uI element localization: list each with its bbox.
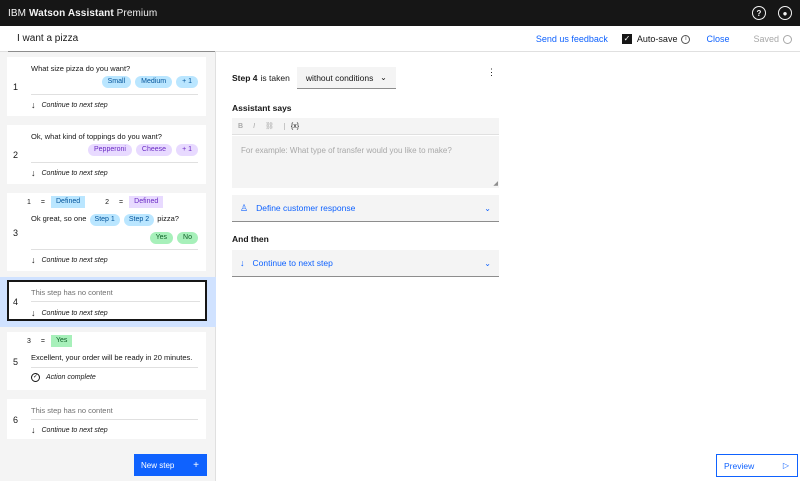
new-step-button[interactable]: New step +: [134, 454, 207, 476]
chevron-down-icon: ⌄: [380, 73, 387, 82]
insert-variable-icon[interactable]: {x}: [283, 122, 299, 130]
condition-value: Yes: [51, 335, 73, 347]
action-header: I want a pizza Send us feedback ✓ Auto-s…: [0, 26, 800, 52]
condition-value: Defined: [129, 196, 164, 208]
plus-icon: +: [193, 459, 199, 471]
step-card-6[interactable]: 6 This step has no content ↓ Continue to…: [7, 399, 206, 439]
assistant-response-textarea[interactable]: For example: What type of transfer would…: [232, 136, 499, 188]
link-icon[interactable]: ⛓: [265, 122, 274, 130]
response-option: Cheese: [135, 144, 173, 156]
arrow-down-icon: ↓: [31, 255, 36, 265]
assistant-says-heading: Assistant says: [232, 103, 292, 113]
step-empty-text: This step has no content: [31, 288, 113, 297]
step-conditions: 3 = Yes: [27, 335, 73, 347]
step-number: 1: [12, 82, 18, 92]
response-option: Yes: [149, 232, 174, 244]
step-number: 2: [12, 150, 18, 160]
step-text: What size pizza do you want?: [31, 64, 131, 73]
step-next-action: ↓ Continue to next step: [31, 425, 108, 435]
arrow-down-icon: ↓: [31, 168, 36, 178]
and-then-heading: And then: [232, 234, 269, 244]
response-option: No: [177, 232, 198, 244]
autosave-checkbox[interactable]: ✓: [621, 34, 632, 44]
response-option-more[interactable]: + 1: [176, 76, 198, 88]
step-number: 6: [12, 415, 18, 425]
chevron-down-icon: ⌄: [484, 258, 491, 268]
checkmark-circle-icon: ✓: [31, 373, 40, 382]
step-card-2[interactable]: 2 Ok, what kind of toppings do you want?…: [7, 125, 206, 184]
step-number: 4: [12, 297, 18, 307]
action-name-input[interactable]: I want a pizza: [8, 32, 215, 52]
condition-value: Defined: [51, 196, 86, 208]
response-option: Small: [101, 76, 132, 88]
help-icon[interactable]: ?: [752, 6, 766, 20]
step-card-3[interactable]: 1 = Defined 2 = Defined 3 Ok great, so o…: [7, 193, 206, 271]
response-option: Medium: [135, 76, 173, 88]
condition-dropdown[interactable]: without conditions ⌄: [296, 67, 396, 89]
italic-icon[interactable]: I: [253, 123, 255, 130]
response-option-more[interactable]: + 1: [176, 144, 198, 156]
arrow-down-icon: ↓: [31, 100, 36, 110]
step-card-4[interactable]: 4 This step has no content ↓ Continue to…: [0, 277, 216, 327]
feedback-link[interactable]: Send us feedback: [536, 34, 608, 44]
step-next-action: ↓ Continue to next step: [31, 168, 108, 178]
step-next-action: ↓ Continue to next step: [31, 255, 108, 265]
step-card-5[interactable]: 3 = Yes 5 Excellent, your order will be …: [7, 332, 206, 390]
step-number: 5: [12, 357, 18, 367]
autosave-label: Auto-save: [636, 34, 678, 44]
step-empty-text: This step has no content: [31, 406, 113, 415]
step-conditions: 1 = Defined 2 = Defined: [27, 196, 164, 208]
saved-icon: [783, 34, 792, 44]
chevron-down-icon: ⌄: [484, 203, 491, 213]
step-next-action: ↓ Continue to next step: [31, 308, 108, 318]
arrow-down-icon: ↓: [31, 308, 36, 318]
define-customer-response-accordion[interactable]: ♙ Define customer response ⌄: [232, 195, 499, 222]
editor-toolbar: B I ⛓ {x}: [232, 118, 499, 135]
step-text: Ok, what kind of toppings do you want?: [31, 132, 162, 141]
close-button[interactable]: Close: [706, 34, 729, 44]
preview-button[interactable]: Preview ▷: [716, 454, 798, 477]
arrow-down-icon: ↓: [31, 425, 36, 435]
arrow-down-icon: ↓: [240, 258, 245, 268]
variable-tag: Step 2: [123, 214, 155, 226]
overflow-menu-icon[interactable]: ⋮: [487, 68, 496, 77]
user-avatar-icon[interactable]: ●: [778, 6, 792, 20]
saved-status: Saved: [753, 34, 779, 44]
step-card-1[interactable]: 1 What size pizza do you want? Small Med…: [7, 57, 206, 116]
step-next-action: ✓ Action complete: [31, 373, 96, 382]
bold-icon[interactable]: B: [238, 123, 243, 130]
variable-tag: Step 1: [89, 214, 120, 226]
step-text: Excellent, your order will be ready in 2…: [31, 353, 193, 362]
step-list-panel: 1 What size pizza do you want? Small Med…: [0, 52, 216, 481]
resize-handle-icon[interactable]: ◢: [493, 180, 498, 187]
step-editor-panel: Step 4 is taken without conditions ⌄ ⋮ A…: [217, 52, 800, 481]
step-text: Ok great, so one Step 1 Step 2 pizza?: [31, 214, 198, 226]
next-action-accordion[interactable]: ↓ Continue to next step ⌄: [232, 250, 499, 277]
response-option: Pepperoni: [88, 144, 132, 156]
user-icon: ♙: [240, 202, 249, 213]
info-icon[interactable]: i: [681, 34, 691, 44]
top-bar: IBM Watson Assistant Premium ? ●: [0, 0, 800, 26]
play-icon: ▷: [782, 461, 789, 470]
step-number: 3: [12, 228, 18, 238]
product-name: IBM Watson Assistant Premium: [8, 7, 158, 19]
step-next-action: ↓ Continue to next step: [31, 100, 108, 110]
step-condition-row: Step 4 is taken without conditions ⌄: [232, 67, 396, 89]
